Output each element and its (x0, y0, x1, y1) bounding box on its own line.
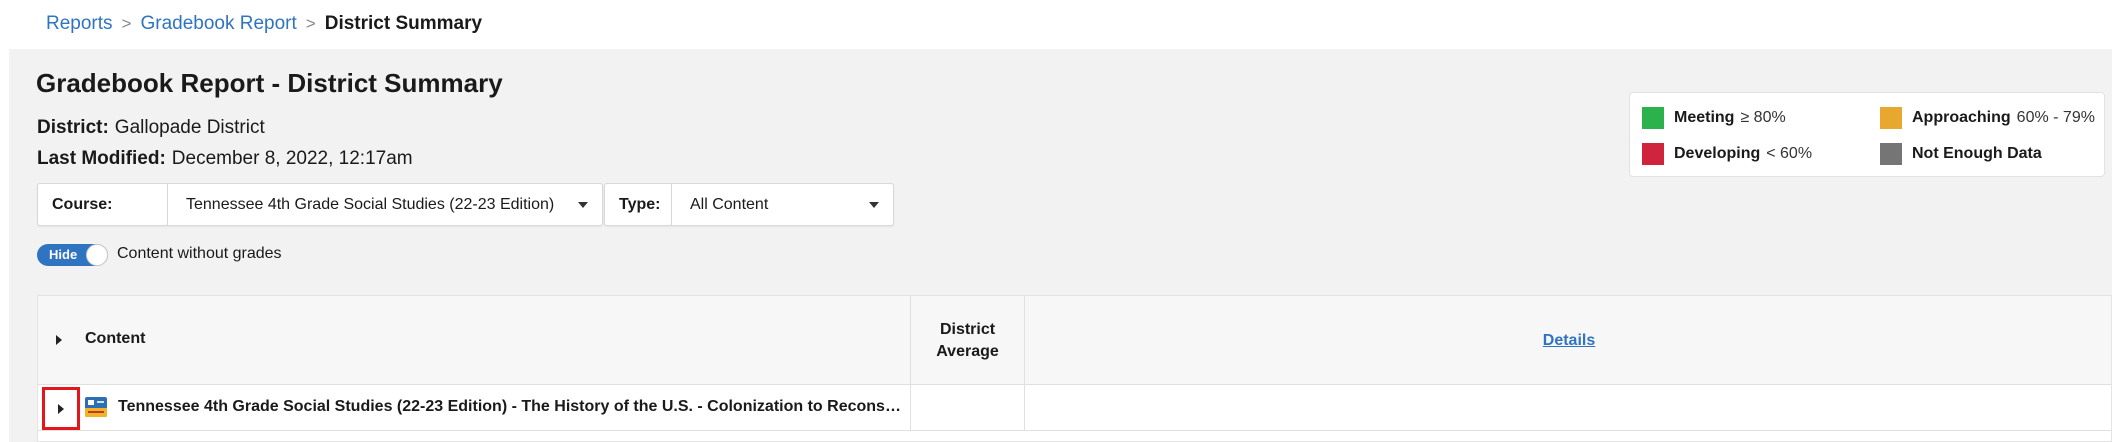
legend-range-approaching: 60% - 79% (2016, 109, 2095, 126)
table-header: Content District Average Details (38, 296, 2111, 385)
course-select[interactable]: Tennessee 4th Grade Social Studies (22-2… (168, 184, 602, 225)
chevron-down-icon (578, 201, 588, 208)
chevron-down-icon (869, 201, 879, 208)
hide-content-toggle[interactable]: Hide (37, 244, 108, 266)
breadcrumb-link-gradebook-report[interactable]: Gradebook Report (140, 13, 296, 35)
legend-swatch-not-enough-data (1880, 143, 1902, 165)
performance-legend: Meeting ≥ 80% Approaching 60% - 79% Deve… (1629, 92, 2105, 177)
column-header-content-label: Content (85, 330, 146, 347)
row-content-cell: Tennessee 4th Grade Social Studies (22-2… (38, 385, 911, 431)
legend-item-developing: Developing < 60% (1642, 143, 1812, 165)
type-filter-label: Type: (605, 184, 672, 225)
legend-name-meeting: Meeting (1674, 109, 1735, 126)
course-filter-label: Course: (38, 184, 168, 225)
breadcrumb-separator-icon: > (305, 14, 316, 33)
toggle-state-label: Hide (49, 247, 78, 262)
gradebook-table: Content District Average Details Tenness… (37, 295, 2112, 442)
book-cover-icon (85, 397, 107, 417)
row-district-average (911, 385, 1025, 431)
legend-swatch-developing (1642, 143, 1664, 165)
row-content-title[interactable]: Tennessee 4th Grade Social Studies (22-2… (118, 398, 903, 416)
legend-item-not-enough-data: Not Enough Data (1880, 143, 2048, 165)
legend-name-developing: Developing (1674, 145, 1761, 162)
breadcrumb-link-reports[interactable]: Reports (46, 13, 113, 35)
column-header-details: Details (1025, 296, 2112, 385)
course-filter: Course: Tennessee 4th Grade Social Studi… (37, 183, 603, 226)
last-modified-label: Last Modified: (37, 148, 166, 169)
page-title: Gradebook Report - District Summary (36, 68, 503, 98)
expand-all-caret-icon[interactable] (56, 335, 62, 345)
details-link[interactable]: Details (1543, 332, 1595, 350)
row-expand-button[interactable] (42, 387, 80, 430)
legend-swatch-approaching (1880, 107, 1902, 129)
column-header-content: Content (38, 296, 911, 385)
legend-name-not-enough-data: Not Enough Data (1912, 145, 2042, 162)
toggle-knob (86, 244, 108, 266)
column-header-district-average: District Average (911, 296, 1025, 385)
caret-right-icon (58, 403, 64, 414)
last-modified-value: December 8, 2022, 12:17am (171, 148, 413, 169)
legend-range-meeting: ≥ 80% (1740, 109, 1786, 126)
legend-item-meeting: Meeting ≥ 80% (1642, 107, 1786, 129)
district-label: District: (37, 117, 109, 138)
toggle-caption: Content without grades (117, 245, 282, 262)
last-modified-info: Last Modified: December 8, 2022, 12:17am (37, 148, 413, 170)
district-value: Gallopade District (114, 117, 265, 138)
legend-range-developing: < 60% (1766, 145, 1813, 162)
type-select-value: All Content (690, 195, 769, 213)
legend-name-approaching: Approaching (1912, 109, 2011, 126)
breadcrumb-separator-icon: > (121, 14, 132, 33)
legend-item-approaching: Approaching 60% - 79% (1880, 107, 2095, 129)
course-select-value: Tennessee 4th Grade Social Studies (22-2… (186, 195, 555, 213)
breadcrumb: Reports > Gradebook Report > District Su… (46, 13, 482, 35)
table-row: Tennessee 4th Grade Social Studies (22-2… (38, 385, 2111, 431)
breadcrumb-current: District Summary (324, 13, 483, 34)
district-info: District: Gallopade District (37, 117, 265, 139)
type-select[interactable]: All Content (672, 184, 893, 225)
legend-swatch-meeting (1642, 107, 1664, 129)
type-filter: Type: All Content (604, 183, 894, 226)
